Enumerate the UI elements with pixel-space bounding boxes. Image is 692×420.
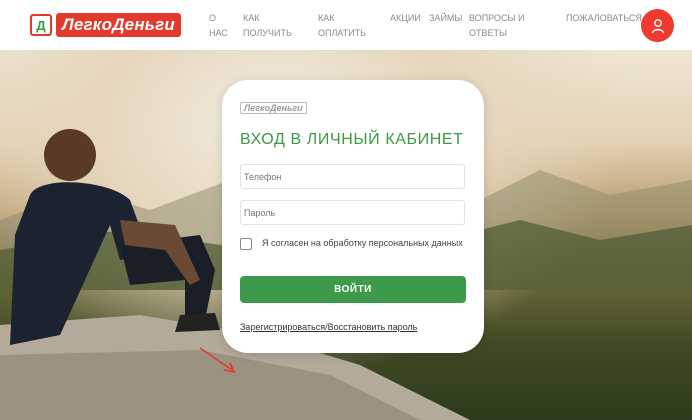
logo-mark-icon: Д bbox=[30, 14, 52, 36]
register-restore-link[interactable]: Зарегистрироваться/Восстановить пароль bbox=[240, 322, 417, 332]
person-image bbox=[10, 129, 220, 345]
login-title: ВХОД В ЛИЧНЫЙ КАБИНЕТ bbox=[240, 131, 464, 148]
phone-input[interactable]: Телефон bbox=[240, 164, 465, 189]
consent-checkbox[interactable] bbox=[240, 238, 252, 250]
password-input[interactable]: Пароль bbox=[240, 200, 465, 225]
nav-how-to-get[interactable]: КАК ПОЛУЧИТЬ bbox=[243, 11, 303, 41]
header: Д ЛегкоДеньги О НАС КАК ПОЛУЧИТЬ КАК ОПЛ… bbox=[0, 0, 692, 50]
user-icon bbox=[651, 18, 664, 33]
nav-how-to-pay[interactable]: КАК ОПЛАТИТЬ bbox=[318, 11, 378, 41]
card-logo: ЛегкоДеньги bbox=[240, 102, 307, 114]
nav-promotions[interactable]: АКЦИИ bbox=[390, 11, 421, 26]
logo-text: ЛегкоДеньги bbox=[56, 13, 181, 37]
nav-loans[interactable]: ЗАЙМЫ bbox=[429, 11, 462, 26]
login-button[interactable]: ВОЙТИ bbox=[240, 276, 466, 303]
user-account-button[interactable] bbox=[641, 9, 674, 42]
brand-logo[interactable]: Д ЛегкоДеньги bbox=[30, 13, 181, 37]
consent-label: Я согласен на обработку персональных дан… bbox=[262, 238, 463, 248]
login-card: ЛегкоДеньги ВХОД В ЛИЧНЫЙ КАБИНЕТ Телефо… bbox=[222, 80, 484, 353]
nav-about[interactable]: О НАС bbox=[209, 11, 233, 41]
nav-complaint[interactable]: ПОЖАЛОВАТЬСЯ bbox=[566, 11, 642, 26]
nav-faq[interactable]: ВОПРОСЫ И ОТВЕТЫ bbox=[469, 11, 539, 41]
